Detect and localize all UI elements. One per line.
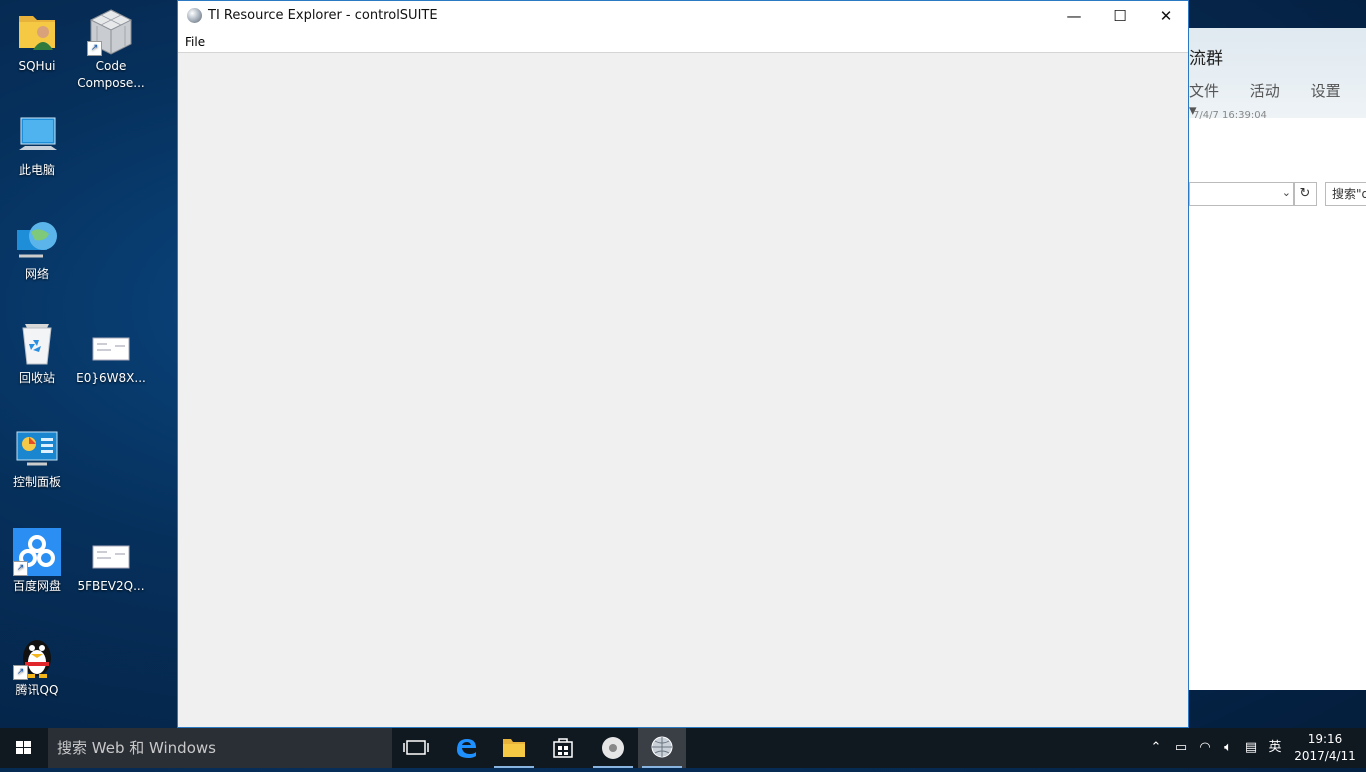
desktop-icon-sqhui[interactable]: SQHui <box>1 8 73 75</box>
background-window-select[interactable]: ⌄ <box>1189 182 1295 206</box>
taskbar-file-explorer-button[interactable] <box>490 728 538 768</box>
store-bag-icon <box>553 738 573 758</box>
taskbar-store-button[interactable] <box>539 728 587 768</box>
baidu-cloud-icon: ↗ <box>13 528 61 576</box>
show-hidden-icons-button[interactable]: ⌃ <box>1147 728 1165 768</box>
window-content-area <box>178 53 1188 728</box>
app-globe-icon <box>187 8 202 23</box>
tab-activity[interactable]: 活动 <box>1250 82 1280 100</box>
taskbar-app-button[interactable] <box>589 728 637 768</box>
ti-resource-explorer-window: TI Resource Explorer - controlSUITE — ☐ … <box>177 0 1189 728</box>
desktop-icon-baidu-netdisk[interactable]: ↗ 百度网盘 <box>1 528 73 595</box>
desktop-icon-network[interactable]: 网络 <box>1 216 73 283</box>
image-file-icon <box>87 320 135 368</box>
battery-icon[interactable]: ▭ <box>1171 728 1191 768</box>
background-window-title: 流群 <box>1189 49 1223 69</box>
maximize-button[interactable]: ☐ <box>1097 1 1143 31</box>
desktop-icon-code-composer[interactable]: ↗ Code Compose... <box>75 8 147 92</box>
desktop-icon-qq[interactable]: ↗ 腾讯QQ <box>1 632 73 699</box>
shortcut-arrow-icon: ↗ <box>13 665 28 680</box>
desktop-icon-recycle-bin[interactable]: 回收站 <box>1 320 73 387</box>
desktop-icon-label: E0}6W8X... <box>76 371 146 385</box>
user-folder-icon <box>13 8 61 56</box>
desktop-icon-label: 百度网盘 <box>12 579 61 593</box>
background-chat-window[interactable]: 流群 文件 活动 设置▾ 7/4/7 16:39:04 ⌄ ↻ 搜索"d <box>1189 28 1366 690</box>
qq-penguin-icon: ↗ <box>13 632 61 680</box>
task-view-button[interactable] <box>392 728 440 768</box>
shortcut-arrow-icon: ↗ <box>13 561 28 576</box>
desktop-icon-label: Code Compose... <box>77 59 145 90</box>
volume-icon[interactable]: 🔈︎ <box>1218 728 1238 768</box>
image-file-icon <box>87 528 135 576</box>
task-view-icon <box>403 740 429 755</box>
desktop-icon-label: 回收站 <box>18 371 55 385</box>
desktop-icon-control-panel[interactable]: 控制面板 <box>1 424 73 491</box>
system-clock[interactable]: 19:16 2017/4/11 <box>1290 731 1360 765</box>
tab-files[interactable]: 文件 <box>1189 82 1219 100</box>
desktop-icon-label: 网络 <box>24 267 49 281</box>
action-center-icon[interactable]: ▤ <box>1241 728 1261 768</box>
app-disc-icon <box>602 737 624 759</box>
folder-icon <box>503 739 525 757</box>
minimize-button[interactable]: — <box>1051 1 1097 31</box>
taskbar-search-input[interactable]: 搜索 Web 和 Windows <box>48 728 392 768</box>
close-button[interactable]: ✕ <box>1143 1 1189 31</box>
windows-logo-icon <box>16 741 32 755</box>
wifi-icon[interactable]: ◠ <box>1195 728 1215 768</box>
desktop-icon-this-pc[interactable]: 此电脑 <box>1 112 73 179</box>
start-button[interactable] <box>0 728 48 768</box>
menu-bar: File <box>178 31 1188 53</box>
taskbar: 搜索 Web 和 Windows ⌃ ▭ ◠ 🔈︎ ▤ 英 19:16 2017… <box>0 728 1366 768</box>
menu-file[interactable]: File <box>178 33 212 51</box>
clock-date: 2017/4/11 <box>1294 749 1356 763</box>
desktop-icon-label: SQHui <box>18 59 56 73</box>
refresh-button[interactable]: ↻ <box>1293 182 1317 206</box>
desktop-icon-label: 此电脑 <box>18 163 55 177</box>
window-title: TI Resource Explorer - controlSUITE <box>208 8 438 23</box>
shortcut-arrow-icon: ↗ <box>87 41 102 56</box>
taskbar-edge-button[interactable] <box>442 728 490 768</box>
background-window-header: 流群 文件 活动 设置▾ <box>1189 28 1366 119</box>
background-window-timestamp: 7/4/7 16:39:04 <box>1193 110 1267 121</box>
recycle-bin-icon <box>13 320 61 368</box>
chevron-down-icon: ⌄ <box>1281 186 1291 199</box>
desktop-icon-label: 控制面板 <box>12 475 61 489</box>
app-globe-icon <box>651 736 673 758</box>
code-composer-cube-icon: ↗ <box>87 8 135 56</box>
desktop-icon-image-file-2[interactable]: 5FBEV2Q... <box>75 528 147 595</box>
desktop-icon-image-file-1[interactable]: E0}6W8X... <box>75 320 147 387</box>
window-titlebar[interactable]: TI Resource Explorer - controlSUITE — ☐ … <box>178 1 1188 31</box>
desktop-icon-label: 腾讯QQ <box>15 683 59 697</box>
ime-indicator[interactable]: 英 <box>1265 728 1285 768</box>
control-panel-icon <box>13 424 61 472</box>
desktop-icon-label: 5FBEV2Q... <box>77 579 145 593</box>
edge-browser-icon <box>457 739 476 758</box>
taskbar-ti-resource-explorer-button[interactable] <box>638 728 686 768</box>
clock-time: 19:16 <box>1307 732 1343 746</box>
background-window-search[interactable]: 搜索"d <box>1325 182 1366 206</box>
network-globe-icon <box>13 216 61 264</box>
computer-icon <box>13 112 61 160</box>
